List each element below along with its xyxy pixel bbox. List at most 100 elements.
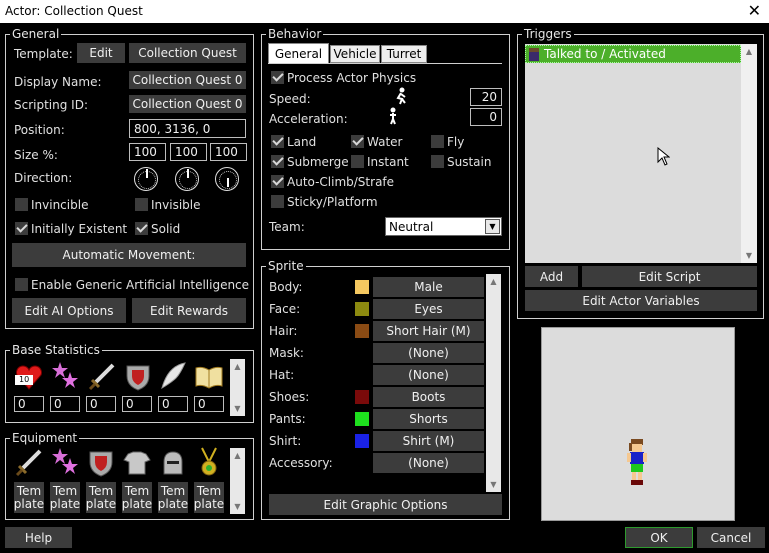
position-input[interactable]: 800, 3136, 0 [129,119,246,138]
window-title: Actor: Collection Quest [5,4,143,18]
sustain-checkbox[interactable] [431,155,444,168]
sprite-part-button[interactable]: Boots [373,387,484,407]
submerge-checkbox[interactable] [271,155,284,168]
tab-turret[interactable]: Turret [381,45,427,63]
equipment-scrollbar[interactable]: ▲ ▼ [230,448,245,514]
base-stats-scrollbar[interactable]: ▲ ▼ [230,359,245,416]
scroll-up-icon[interactable]: ▲ [230,362,245,371]
display-name-field[interactable]: Collection Quest 0 [129,71,246,89]
sprite-color-swatch[interactable] [355,412,369,426]
close-icon[interactable]: ✕ [748,1,761,20]
sprite-row-label: Shoes: [269,390,310,404]
template-edit-button[interactable]: Edit [77,43,125,63]
fly-checkbox[interactable] [431,135,444,148]
edit-script-button[interactable]: Edit Script [582,266,757,287]
display-name-label: Display Name: [14,75,102,89]
instant-checkbox[interactable] [351,155,364,168]
land-checkbox[interactable] [271,135,284,148]
sustain-label: Sustain [447,155,492,169]
speed-input[interactable]: 20 [470,88,502,106]
size-y-input[interactable]: 100 [170,143,207,161]
sprite-part-button[interactable]: (None) [373,453,484,473]
sprite-part-button[interactable]: Eyes [373,299,484,319]
sprite-color-swatch[interactable] [355,390,369,404]
speed-label: Speed: [269,92,311,106]
actor-sprite-icon [529,48,539,61]
stat-intelligence-input[interactable]: 0 [194,396,224,412]
add-trigger-button[interactable]: Add [525,266,578,287]
solid-checkbox[interactable] [135,222,148,235]
team-select-value: Neutral [389,220,434,234]
sprite-part-button[interactable]: Short Hair (M) [373,321,484,341]
stat-mp-input[interactable]: 0 [50,396,80,412]
water-checkbox[interactable] [351,135,364,148]
scroll-down-icon[interactable]: ▼ [486,480,501,489]
trigger-item-talked-to[interactable]: Talked to / Activated [525,45,741,63]
triggers-list[interactable] [525,44,757,263]
team-select[interactable]: Neutral ▼ [385,217,502,236]
stat-defense-input[interactable]: 0 [122,396,152,412]
automatic-movement-button[interactable]: Automatic Movement: [12,243,246,267]
size-x-input[interactable]: 100 [129,143,166,161]
scroll-up-icon[interactable]: ▲ [230,451,245,460]
cancel-button[interactable]: Cancel [697,527,765,548]
template-select-button[interactable]: Collection Quest [129,43,246,63]
help-button[interactable]: Help [5,527,72,548]
equip-slot-helmet[interactable]: Tem plate [158,482,188,513]
tab-general[interactable]: General [268,43,329,63]
template-label: Template: [14,47,73,61]
direction-dial-y[interactable] [175,167,199,191]
submerge-label: Submerge [287,155,349,169]
edit-rewards-button[interactable]: Edit Rewards [132,298,246,323]
ok-button[interactable]: OK [625,527,693,548]
sprite-scrollbar[interactable]: ▲ ▼ [486,274,501,492]
scroll-up-icon[interactable]: ▲ [741,47,757,56]
tab-vehicle[interactable]: Vehicle [330,45,380,63]
invisible-checkbox[interactable] [135,198,148,211]
acceleration-input[interactable]: 0 [470,108,502,126]
process-physics-checkbox[interactable] [271,71,284,84]
equip-slot-armor[interactable]: Tem plate [122,482,152,513]
scroll-down-icon[interactable]: ▼ [741,251,757,260]
enable-ai-checkbox[interactable] [15,278,28,291]
sprite-part-button[interactable]: (None) [373,365,484,385]
stat-speed-input[interactable]: 0 [158,396,188,412]
book-icon [194,364,224,390]
equip-slot-accessory[interactable]: Tem plate [194,482,224,513]
auto-climb-checkbox[interactable] [271,175,284,188]
equip-slot-shield[interactable]: Tem plate [86,482,116,513]
sprite-color-swatch[interactable] [355,280,369,294]
sticky-platform-checkbox[interactable] [271,195,284,208]
sprite-color-swatch[interactable] [355,324,369,338]
equip-slot-magic[interactable]: Tem plate [50,482,80,513]
general-legend: General [10,27,62,41]
stat-attack-input[interactable]: 0 [86,396,116,412]
direction-dial-z[interactable] [215,167,239,191]
wing-icon [158,360,188,392]
sprite-row-label: Accessory: [269,456,333,470]
behavior-legend: Behavior [266,27,324,41]
size-z-input[interactable]: 100 [210,143,247,161]
slot-label: Tem [196,483,222,498]
scroll-up-icon[interactable]: ▲ [486,277,501,286]
sprite-color-swatch[interactable] [355,302,369,316]
sprite-part-button[interactable]: (None) [373,343,484,363]
scroll-down-icon[interactable]: ▼ [230,404,245,413]
invincible-checkbox[interactable] [15,198,28,211]
sprite-part-button[interactable]: Shorts [373,409,484,429]
sprite-part-button[interactable]: Shirt (M) [373,431,484,451]
scroll-down-icon[interactable]: ▼ [230,502,245,511]
sprite-color-swatch[interactable] [355,434,369,448]
equip-slot-weapon[interactable]: Tem plate [14,482,44,513]
dial-hand [187,169,189,178]
edit-graphic-options-button[interactable]: Edit Graphic Options [269,494,502,515]
scripting-id-field[interactable]: Collection Quest 0 [129,95,246,113]
triggers-scrollbar[interactable]: ▲ ▼ [741,44,757,263]
edit-actor-variables-button[interactable]: Edit Actor Variables [525,290,757,311]
stat-hp-input[interactable]: 0 [14,396,44,412]
sprite-part-button[interactable]: Male [373,277,484,297]
direction-dial-x[interactable] [134,167,158,191]
edit-ai-options-button[interactable]: Edit AI Options [12,298,126,323]
initially-existent-checkbox[interactable] [15,222,28,235]
chevron-down-icon[interactable]: ▼ [485,219,500,234]
